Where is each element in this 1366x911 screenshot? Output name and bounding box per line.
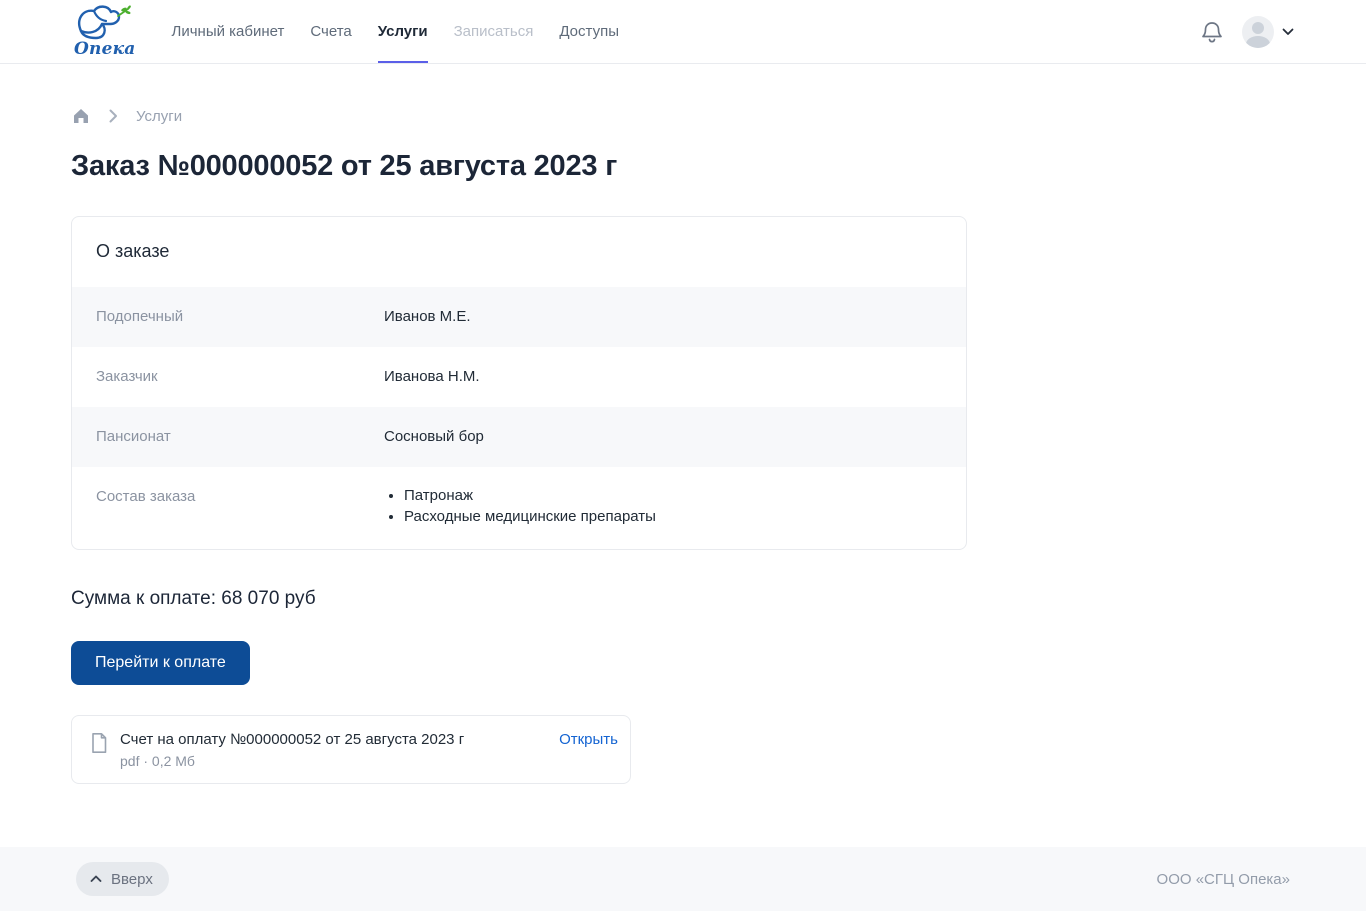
order-details-card: О заказе Подопечный Иванов М.Е. Заказчик… [71, 216, 967, 550]
main-content: Услуги Заказ №000000052 от 25 августа 20… [0, 64, 1366, 847]
order-row-value: Иванов М.Е. [384, 307, 471, 327]
nav-item-services[interactable]: Услуги [378, 0, 428, 63]
nav-item-signup: Записаться [454, 0, 534, 63]
total-amount-text: Сумма к оплате: 68 070 руб [71, 588, 1294, 610]
order-row-label: Подопечный [96, 307, 384, 327]
nav-item-invoices[interactable]: Счета [310, 0, 351, 63]
breadcrumb-home-icon[interactable] [71, 106, 91, 126]
opeka-logo[interactable]: Опека [74, 5, 136, 59]
invoice-file-meta: pdf · 0,2 Мб [120, 753, 543, 769]
invoice-file-card: Счет на оплату №000000052 от 25 августа … [71, 715, 631, 784]
invoice-file-name: Счет на оплату №000000052 от 25 августа … [120, 730, 543, 750]
order-row-value: Патронаж Расходные медицинские препараты [384, 487, 656, 525]
pay-button[interactable]: Перейти к оплате [71, 641, 250, 685]
page-title: Заказ №000000052 от 25 августа 2023 г [71, 150, 1294, 183]
order-row-label: Пансионат [96, 427, 384, 447]
back-to-top-button[interactable]: Вверх [76, 862, 169, 896]
breadcrumb: Услуги [71, 104, 1294, 128]
nav-item-personal-cabinet[interactable]: Личный кабинет [172, 0, 285, 63]
logo-wordmark: Опека [74, 39, 136, 59]
order-row-label: Заказчик [96, 367, 384, 387]
order-item: Патронаж [404, 487, 656, 504]
order-row-customer: Заказчик Иванова Н.М. [72, 347, 966, 407]
order-row-value: Сосновый бор [384, 427, 484, 447]
page-footer: Вверх ООО «СГЦ Опека» [0, 847, 1366, 911]
order-rows: Подопечный Иванов М.Е. Заказчик Иванова … [72, 287, 966, 549]
main-nav: Личный кабинет Счета Услуги Записаться Д… [172, 0, 619, 63]
chevron-up-icon [90, 875, 102, 883]
chevron-down-icon [1282, 28, 1294, 36]
breadcrumb-chevron-icon [109, 109, 118, 123]
breadcrumb-current[interactable]: Услуги [136, 108, 182, 125]
order-row-boarding-house: Пансионат Сосновый бор [72, 407, 966, 467]
header-actions [1200, 16, 1294, 48]
back-to-top-label: Вверх [111, 871, 153, 888]
open-invoice-link[interactable]: Открыть [559, 730, 618, 750]
company-name: ООО «СГЦ Опека» [1157, 871, 1290, 888]
document-file-icon [90, 732, 108, 754]
order-row-composition: Состав заказа Патронаж Расходные медицин… [72, 467, 966, 549]
user-menu[interactable] [1242, 16, 1294, 48]
notifications-bell-icon[interactable] [1200, 20, 1224, 44]
top-navigation-bar: Опека Личный кабинет Счета Услуги Записа… [0, 0, 1366, 64]
order-row-ward: Подопечный Иванов М.Е. [72, 287, 966, 347]
order-row-value: Иванова Н.М. [384, 367, 480, 387]
order-card-title: О заказе [72, 217, 966, 287]
order-items-list: Патронаж Расходные медицинские препараты [384, 487, 656, 525]
nav-item-access[interactable]: Доступы [559, 0, 619, 63]
avatar [1242, 16, 1274, 48]
order-row-label: Состав заказа [96, 487, 384, 507]
invoice-file-info: Счет на оплату №000000052 от 25 августа … [120, 730, 543, 769]
order-item: Расходные медицинские препараты [404, 508, 656, 525]
